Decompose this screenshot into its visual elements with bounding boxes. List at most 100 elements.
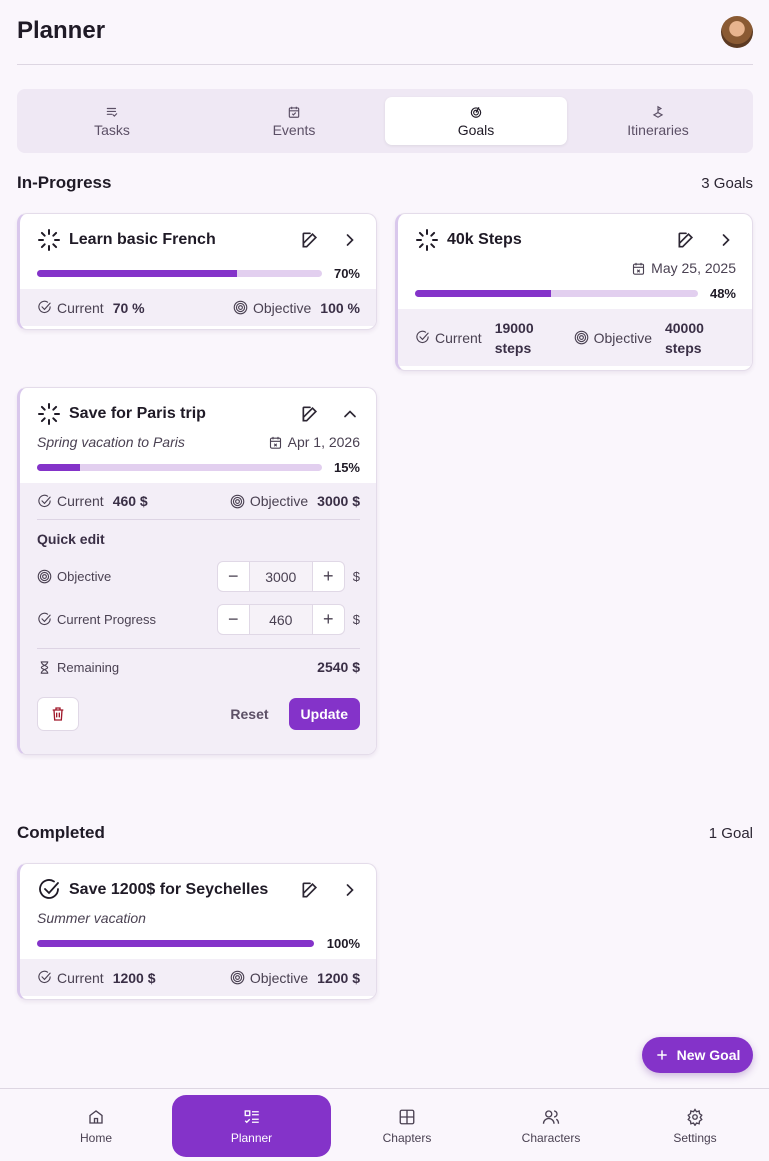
section-title-completed: Completed	[17, 823, 105, 842]
goal-card[interactable]: Save 1200$ for Seychelles Summer vacatio…	[17, 863, 377, 1000]
target-icon	[230, 494, 245, 509]
increment-button[interactable]: +	[313, 562, 344, 591]
edit-icon[interactable]	[676, 230, 696, 250]
gear-icon	[687, 1107, 703, 1126]
edit-icon[interactable]	[300, 230, 320, 250]
tab-label: Goals	[457, 121, 495, 138]
goal-description: Summer vacation	[37, 910, 146, 926]
new-goal-button[interactable]: New Goal	[642, 1037, 753, 1073]
check-circle-icon	[37, 612, 52, 627]
hourglass-icon	[40, 660, 49, 674]
progress-percent: 100%	[326, 936, 360, 951]
progress-bar	[415, 290, 698, 297]
check-circle-icon	[415, 330, 430, 345]
nav-label: Settings	[673, 1130, 717, 1145]
goal-name: Save for Paris trip	[69, 405, 206, 422]
nav-label: Characters	[521, 1130, 581, 1145]
nav-planner[interactable]: Planner	[172, 1095, 331, 1157]
nav-settings[interactable]: Settings	[623, 1095, 767, 1157]
in-progress-icon	[37, 402, 61, 426]
goal-card-expanded[interactable]: Save for Paris trip Spring vacation to P…	[17, 387, 377, 755]
objective-label: Objective	[249, 493, 309, 509]
current-unit: steps	[494, 339, 532, 356]
trash-icon	[52, 707, 64, 721]
chevron-right-icon[interactable]	[340, 880, 360, 900]
current-progress-label: Current Progress	[57, 612, 156, 627]
calendar-check-icon	[288, 106, 300, 118]
tab-goals[interactable]: Goals	[385, 97, 567, 145]
chevron-up-icon[interactable]	[340, 404, 360, 424]
in-progress-icon	[37, 228, 61, 252]
progress-fill	[415, 290, 551, 297]
chevron-right-icon[interactable]	[340, 230, 360, 250]
objective-label: Objective	[252, 299, 312, 316]
quick-edit-title: Quick edit	[37, 531, 105, 547]
edit-icon[interactable]	[300, 404, 320, 424]
tab-label: Itineraries	[627, 121, 689, 138]
tab-itineraries[interactable]: Itineraries	[567, 97, 749, 145]
goal-name: Save 1200$ for Seychelles	[69, 881, 269, 898]
objective-label: Objective	[57, 569, 112, 584]
tab-bar: Tasks Events Goals Itineraries	[17, 89, 753, 153]
unit-label: $	[352, 569, 360, 584]
progress-percent: 48%	[709, 286, 736, 301]
edit-icon[interactable]	[300, 880, 320, 900]
progress-percent: 15%	[333, 460, 360, 475]
list-check-icon	[106, 107, 118, 117]
check-circle-icon	[37, 300, 52, 315]
remaining-label: Remaining	[57, 659, 120, 675]
progress-bar	[37, 270, 322, 277]
check-circle-icon	[37, 878, 61, 902]
avatar[interactable]	[721, 16, 753, 48]
nav-label: Chapters	[382, 1130, 432, 1145]
tab-label: Tasks	[94, 121, 130, 138]
page-title: Planner	[17, 17, 106, 44]
current-value: 70 %	[112, 299, 145, 316]
goal-card[interactable]: 40k Steps May 25, 2025 48% Current 19000 s…	[395, 213, 753, 371]
check-circle-icon	[37, 970, 52, 985]
decrement-button[interactable]: −	[218, 605, 249, 634]
objective-value: 1200 $	[317, 969, 360, 986]
due-date: May 25, 2025	[651, 260, 736, 276]
nav-home[interactable]: Home	[24, 1095, 168, 1157]
current-label: Current	[57, 493, 104, 509]
objective-input[interactable]: 3000	[248, 562, 313, 591]
home-icon	[89, 1109, 103, 1124]
update-button[interactable]: Update	[288, 698, 360, 730]
quick-edit-panel: Quick edit Objective −3000 + $ Current Pro…	[20, 519, 376, 754]
current-value: 460 $	[112, 493, 148, 509]
current-label: Current	[57, 299, 104, 316]
target-icon	[230, 970, 245, 985]
goal-card[interactable]: Learn basic French 70% Current 70 % Objec…	[17, 213, 377, 330]
goal-name: Learn basic French	[69, 231, 216, 248]
section-title-in-progress: In-Progress	[17, 173, 112, 192]
goal-name: 40k Steps	[447, 231, 522, 248]
progress-fill	[37, 940, 314, 947]
nav-label: Home	[79, 1130, 112, 1145]
reset-button[interactable]: Reset	[230, 706, 268, 722]
delete-button[interactable]	[37, 697, 79, 731]
grid-icon	[399, 1109, 415, 1124]
tab-label: Events	[272, 121, 316, 138]
chevron-right-icon[interactable]	[716, 230, 736, 250]
current-label: Current	[435, 329, 482, 346]
calendar-icon	[268, 435, 283, 450]
current-progress-input[interactable]: 460	[248, 605, 313, 634]
in-progress-icon	[415, 228, 439, 252]
objective-value: 40000	[664, 319, 704, 336]
due-date: Apr 1, 2026	[287, 434, 360, 450]
objective-unit: steps	[664, 339, 702, 356]
nav-label: Planner	[230, 1130, 273, 1145]
nav-characters[interactable]: Characters	[479, 1095, 623, 1157]
increment-button[interactable]: +	[313, 605, 344, 634]
progress-bar	[37, 464, 322, 471]
decrement-button[interactable]: −	[218, 562, 249, 591]
nav-chapters[interactable]: Chapters	[335, 1095, 479, 1157]
current-value: 1200 $	[112, 969, 156, 986]
tab-tasks[interactable]: Tasks	[21, 97, 203, 145]
target-icon	[574, 330, 589, 345]
objective-label: Objective	[249, 969, 309, 986]
goal-description: Spring vacation to Paris	[37, 434, 185, 450]
tab-events[interactable]: Events	[203, 97, 385, 145]
objective-stepper: −3000 +	[216, 561, 345, 592]
